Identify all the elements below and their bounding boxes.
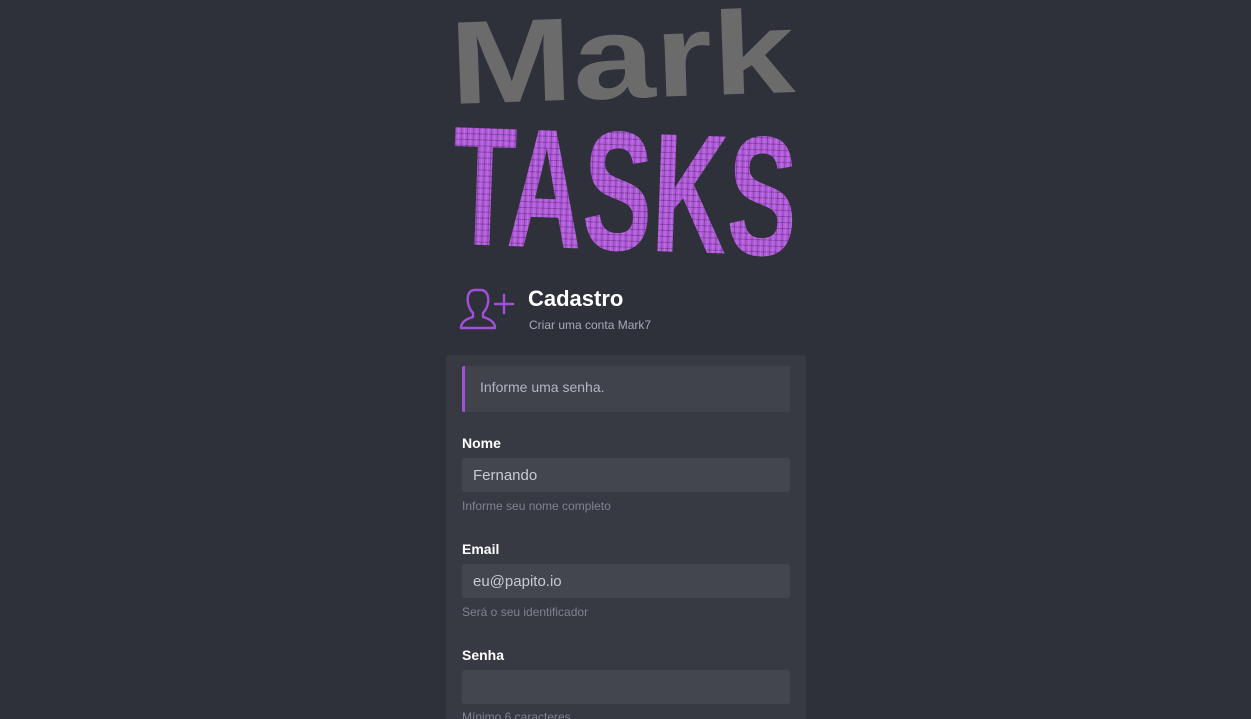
password-input[interactable] <box>462 670 790 704</box>
name-label: Nome <box>462 435 501 451</box>
marktasks-logo: Mark TASKS <box>447 0 800 268</box>
name-hint: Informe seu nome completo <box>462 499 611 513</box>
password-label: Senha <box>462 647 505 663</box>
user-plus-icon <box>459 288 515 330</box>
page-title: Cadastro <box>528 286 624 311</box>
signup-form: Informe uma senha. Nome Informe seu nome… <box>446 355 806 719</box>
page-subtitle: Criar uma conta Mark7 <box>529 318 652 332</box>
email-label: Email <box>462 541 500 557</box>
alert-text: Informe uma senha. <box>480 379 605 395</box>
logo-line2: TASKS <box>449 91 800 268</box>
page-header: Cadastro Criar uma conta Mark7 <box>458 284 808 334</box>
email-input[interactable] <box>462 564 790 598</box>
email-hint: Será o seu identificador <box>462 605 589 619</box>
password-hint: Mínimo 6 caracteres <box>462 710 571 719</box>
signup-page: Mark TASKS Cadastro Criar uma conta Mark… <box>0 0 1251 719</box>
alert-message: Informe uma senha. <box>462 366 790 412</box>
name-input[interactable] <box>462 458 790 492</box>
